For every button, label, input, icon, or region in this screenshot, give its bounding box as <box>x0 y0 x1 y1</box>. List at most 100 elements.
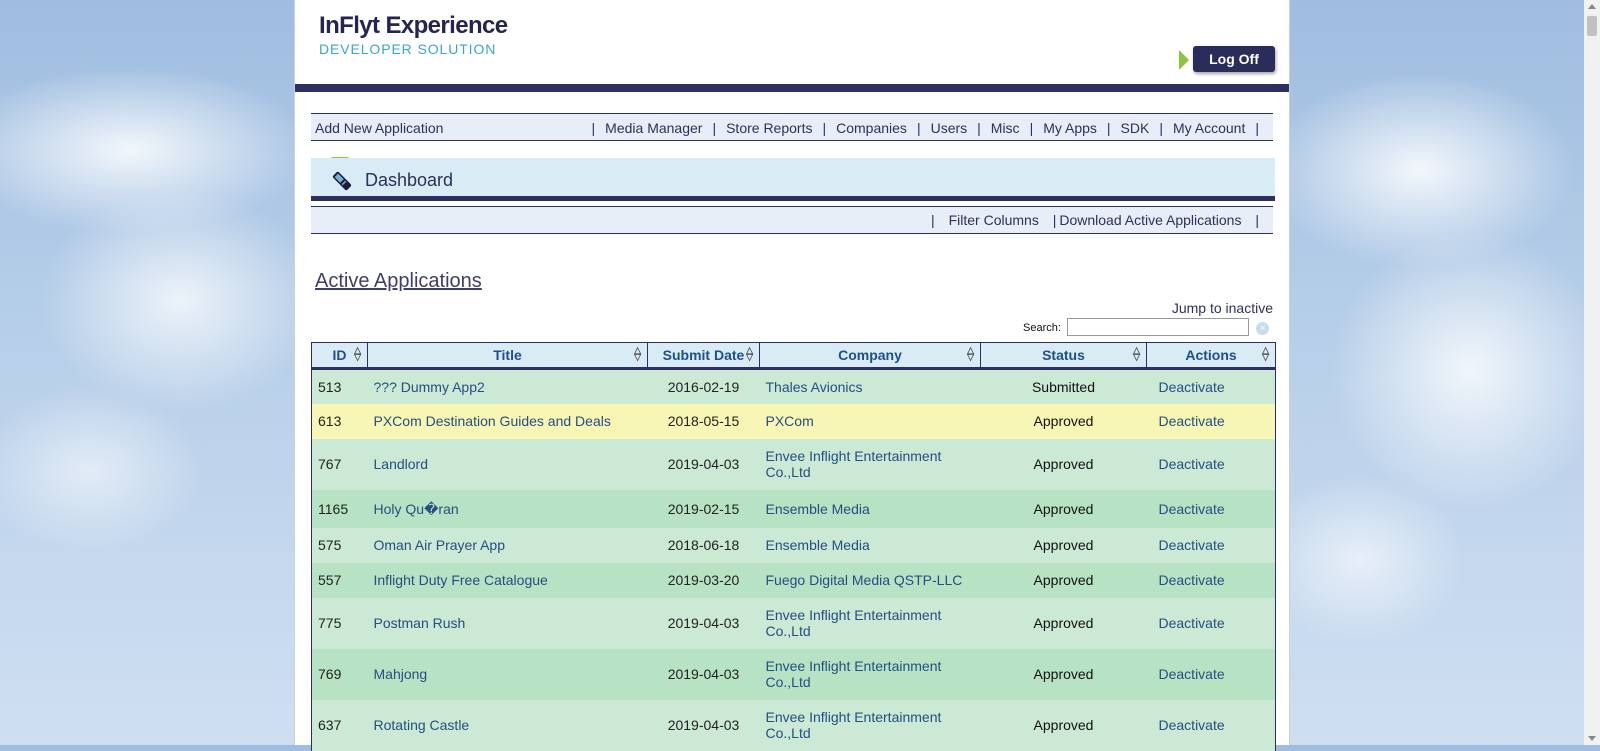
row-company[interactable]: Envee Inflight Entertainment Co.,Ltd <box>760 439 981 490</box>
row-submit-date: 2019-03-20 <box>667 572 740 588</box>
row-title[interactable]: Rotating Castle <box>368 700 648 751</box>
deactivate-link[interactable]: Deactivate <box>1146 403 1276 439</box>
row-status: Approved <box>1033 666 1094 682</box>
column-header-company[interactable]: Company △ ▽ <box>759 342 981 370</box>
row-company[interactable]: PXCom <box>760 404 981 439</box>
scroll-down-icon[interactable] <box>1588 736 1596 741</box>
column-header-label: Status <box>1042 347 1085 363</box>
row-submit-date: 2019-04-03 <box>667 717 740 733</box>
row-title[interactable]: Inflight Duty Free Catalogue <box>368 563 648 598</box>
deactivate-link[interactable]: Deactivate <box>1146 489 1276 528</box>
filter-columns-link[interactable]: Filter Columns <box>949 212 1039 228</box>
scroll-thumb[interactable] <box>1587 16 1597 36</box>
sort-icon[interactable]: △ ▽ <box>967 346 974 362</box>
table-row[interactable]: 1165 Holy Qu�ran 2019-02-15 Ensemble Media A… <box>311 489 1276 528</box>
row-company[interactable]: Envee Inflight Entertainment Co.,Ltd <box>760 649 981 700</box>
nav-item-my-account[interactable]: My Account <box>1173 120 1245 136</box>
scroll-up-icon[interactable] <box>1588 4 1596 9</box>
row-status: Approved <box>1033 456 1094 472</box>
column-header-title[interactable]: Title △ ▽ <box>367 342 648 370</box>
table-row[interactable]: 513??? Dummy App2 2016-02-19 Thales Avioni… <box>311 368 1276 404</box>
page-title: Dashboard <box>365 170 454 190</box>
page-scrollbar[interactable] <box>1584 0 1600 745</box>
row-submit-date: 2019-04-03 <box>667 615 740 631</box>
nav-separator: | <box>591 120 596 136</box>
row-id: 767 <box>311 438 368 490</box>
table-row[interactable]: 775 Postman Rush 2019-04-03 Envee Inflight … <box>311 597 1276 649</box>
row-id: 613 <box>311 403 368 439</box>
table-body: 513??? Dummy App2 2016-02-19 Thales Avioni… <box>311 368 1276 751</box>
row-submit-date: 2019-02-15 <box>667 500 740 517</box>
page-container: InFlyt Experience DEVELOPER SOLUTION Log… <box>294 0 1290 751</box>
table-row[interactable]: 637 Rotating Castle 2019-04-03 Envee Inflig… <box>311 699 1276 751</box>
row-submit-date: 2019-04-03 <box>667 666 740 682</box>
row-company[interactable]: Fuego Digital Media QSTP-LLC <box>760 563 981 598</box>
table-row[interactable]: 575 Oman Air Prayer App 2018-06-18 Ensemble… <box>311 527 1276 563</box>
search-input[interactable] <box>1067 318 1249 336</box>
clear-search-icon[interactable]: × <box>1256 322 1269 335</box>
column-header-label: Company <box>838 347 902 363</box>
row-title[interactable]: Mahjong <box>368 649 648 700</box>
add-new-application-link[interactable]: Add New Application <box>315 120 443 136</box>
row-company[interactable]: Envee Inflight Entertainment Co.,Ltd <box>760 700 981 751</box>
nav-item-store-reports[interactable]: Store Reports <box>726 120 812 136</box>
row-title[interactable]: Landlord <box>368 439 648 490</box>
row-id: 513 <box>311 368 368 404</box>
search-label: Search: <box>1023 322 1061 334</box>
row-company[interactable]: Envee Inflight Entertainment Co.,Ltd <box>760 598 981 649</box>
deactivate-link[interactable]: Deactivate <box>1146 597 1276 649</box>
table-row[interactable]: 769 Mahjong 2019-04-03 Envee Inflight Enter… <box>311 648 1276 700</box>
table-row[interactable]: 557 Inflight Duty Free Catalogue 2019-03-2… <box>311 562 1276 598</box>
table-row[interactable]: 767 Landlord 2019-04-03 Envee Inflight Ente… <box>311 438 1276 490</box>
row-title[interactable]: ??? Dummy App2 <box>368 369 648 404</box>
column-header-submit-date[interactable]: Submit Date △ ▽ <box>647 342 760 370</box>
nav-item-companies[interactable]: Companies <box>836 120 907 136</box>
row-status: Approved <box>1033 500 1094 517</box>
jump-to-inactive-link[interactable]: Jump to inactive <box>1172 300 1273 316</box>
row-company[interactable]: Ensemble Media <box>760 490 981 528</box>
row-title[interactable]: Holy Qu�ran <box>368 490 648 528</box>
sort-icon[interactable]: △ ▽ <box>1133 346 1140 362</box>
nav-item-misc[interactable]: Misc <box>991 120 1020 136</box>
nav-item-my-apps[interactable]: My Apps <box>1043 120 1097 136</box>
nav-separator: | <box>916 120 921 136</box>
nav-item-sdk[interactable]: SDK <box>1121 120 1150 136</box>
section-title[interactable]: Active Applications <box>315 270 482 293</box>
deactivate-link[interactable]: Deactivate <box>1146 368 1276 404</box>
row-company[interactable]: Thales Avionics <box>760 369 981 404</box>
row-id: 557 <box>311 562 368 598</box>
download-active-applications-link[interactable]: Download Active Applications <box>1059 212 1241 228</box>
sort-icon[interactable]: △ ▽ <box>354 346 361 362</box>
deactivate-link[interactable]: Deactivate <box>1146 562 1276 598</box>
table-row[interactable]: 613 PXCom Destination Guides and Deals 201… <box>311 403 1276 439</box>
row-submit-date: 2019-04-03 <box>667 456 740 472</box>
row-id: 769 <box>311 648 368 700</box>
deactivate-link[interactable]: Deactivate <box>1146 527 1276 563</box>
column-header-label: Actions <box>1185 347 1237 363</box>
column-header-status[interactable]: Status △ ▽ <box>980 342 1147 370</box>
sort-icon[interactable]: △ ▽ <box>746 346 753 362</box>
row-id: 775 <box>311 597 368 649</box>
logoff-button[interactable]: Log Off <box>1193 46 1275 72</box>
logo-title: InFlyt Experience <box>319 12 508 39</box>
row-title[interactable]: PXCom Destination Guides and Deals <box>368 404 648 439</box>
row-company[interactable]: Ensemble Media <box>760 528 981 563</box>
table-header-row: ID △ ▽ Title △ ▽ Submit Date △ ▽ Company △ ▽ Status △… <box>311 342 1276 370</box>
sort-icon[interactable]: △ ▽ <box>634 346 641 362</box>
row-status: Approved <box>1033 615 1094 631</box>
nav-item-users[interactable]: Users <box>931 120 968 136</box>
logoff-arrow-icon <box>1179 50 1189 70</box>
row-title[interactable]: Oman Air Prayer App <box>368 528 648 563</box>
dashboard-divider <box>311 196 1275 201</box>
applications-table: ID △ ▽ Title △ ▽ Submit Date △ ▽ Company △ ▽ Status △… <box>311 342 1276 751</box>
deactivate-link[interactable]: Deactivate <box>1146 648 1276 700</box>
sort-icon[interactable]: △ ▽ <box>1262 346 1269 362</box>
nav-item-media-manager[interactable]: Media Manager <box>605 120 702 136</box>
column-header-id[interactable]: ID △ ▽ <box>311 342 368 370</box>
row-title[interactable]: Postman Rush <box>368 598 648 649</box>
deactivate-link[interactable]: Deactivate <box>1146 699 1276 751</box>
nav-separator: | <box>1159 120 1163 136</box>
column-header-actions[interactable]: Actions △ ▽ <box>1146 342 1276 370</box>
row-id: 575 <box>311 527 368 563</box>
deactivate-link[interactable]: Deactivate <box>1146 438 1276 490</box>
